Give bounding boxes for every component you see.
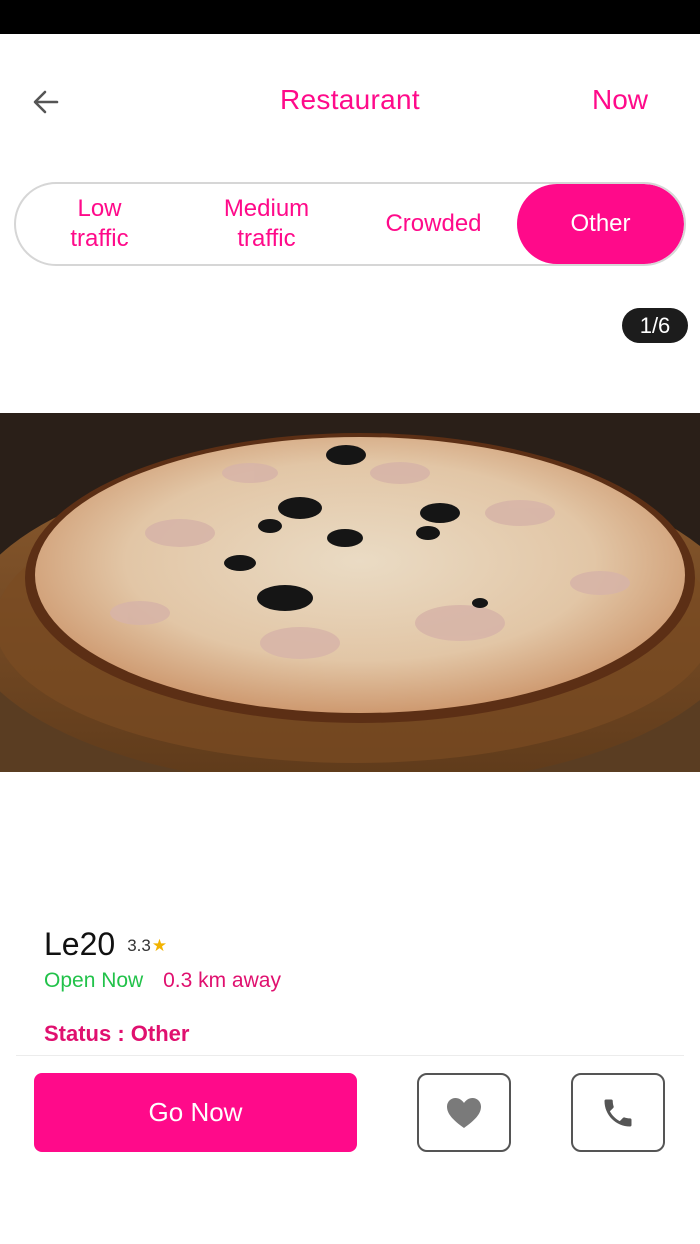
filter-label: Medium traffic bbox=[223, 195, 310, 252]
divider bbox=[16, 1055, 684, 1056]
call-button[interactable] bbox=[571, 1073, 665, 1152]
header: Restaurant Now bbox=[0, 60, 700, 144]
status-bar bbox=[0, 0, 700, 34]
star-icon: ★ bbox=[151, 936, 168, 955]
favorite-button[interactable] bbox=[417, 1073, 511, 1152]
traffic-status: Status : Other bbox=[44, 1021, 190, 1046]
open-status: Open Now bbox=[44, 969, 144, 992]
traffic-filter: Low traffic Medium traffic Crowded Other bbox=[14, 182, 686, 266]
name-row: Le20 3.3★ bbox=[44, 926, 684, 963]
phone-icon bbox=[604, 1099, 632, 1126]
filter-label: Low traffic bbox=[70, 195, 129, 252]
restaurant-name: Le20 bbox=[44, 926, 116, 962]
restaurant-info: Le20 3.3★ Open Now 0.3 km away Status : … bbox=[44, 926, 684, 1047]
filter-low-traffic[interactable]: Low traffic bbox=[16, 184, 183, 264]
filter-medium-traffic[interactable]: Medium traffic bbox=[183, 184, 350, 264]
filter-other[interactable]: Other bbox=[517, 184, 684, 264]
distance: 0.3 km away bbox=[163, 969, 281, 992]
meta-row: Open Now 0.3 km away bbox=[44, 969, 684, 993]
now-button[interactable]: Now bbox=[592, 84, 648, 116]
restaurant-photo[interactable] bbox=[0, 413, 700, 772]
rating: 3.3★ bbox=[127, 936, 168, 955]
filter-crowded[interactable]: Crowded bbox=[350, 184, 517, 264]
go-now-button[interactable]: Go Now bbox=[34, 1073, 357, 1152]
filter-label: Other bbox=[570, 210, 631, 237]
heart-icon bbox=[447, 1097, 481, 1128]
filter-label: Crowded bbox=[385, 210, 482, 237]
image-counter: 1/6 bbox=[622, 308, 688, 343]
